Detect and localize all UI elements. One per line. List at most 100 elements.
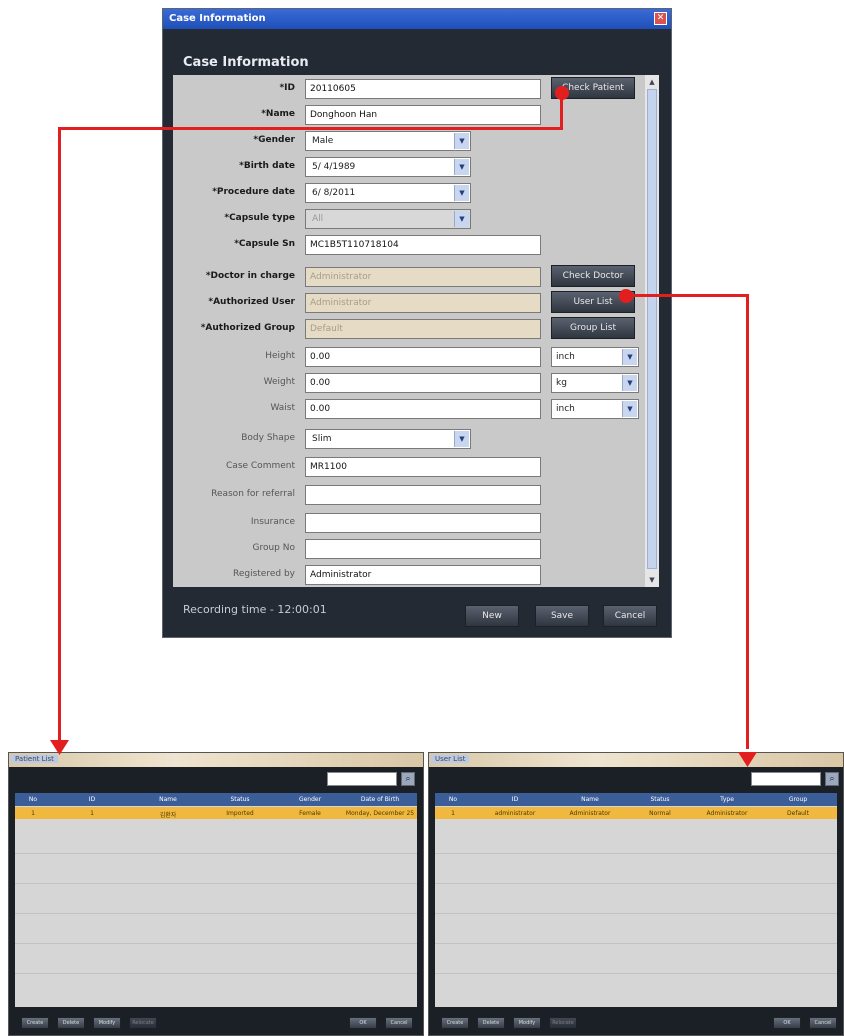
titlebar: Patient List — [9, 753, 423, 767]
row-weight: Weight 0.00 kg ▼ — [173, 371, 645, 395]
chevron-down-icon[interactable]: ▼ — [454, 159, 469, 175]
ok-button[interactable]: OK — [349, 1017, 377, 1029]
row-waist: Waist 0.00 inch ▼ — [173, 397, 645, 421]
cancel-button[interactable]: Cancel — [385, 1017, 413, 1029]
form-scrollbar[interactable]: ▲ ▼ — [645, 75, 659, 587]
group-no-field[interactable] — [305, 539, 541, 559]
row-body-shape: Body Shape Slim ▼ — [173, 427, 645, 451]
procedure-date-label: *Procedure date — [212, 187, 295, 197]
row-divider — [15, 853, 417, 854]
column-header[interactable]: ID — [490, 796, 540, 803]
row-doctor: *Doctor in charge Administrator Check Do… — [173, 265, 645, 289]
body-shape-select[interactable]: Slim ▼ — [305, 429, 471, 449]
patient-grid: No ID Name Status Gender Date of Birth 1… — [15, 793, 417, 1007]
window-title: Patient List — [11, 755, 58, 763]
create-button[interactable]: Create — [441, 1017, 469, 1029]
scroll-down-icon[interactable]: ▼ — [647, 575, 657, 585]
window-title: Case Information — [169, 13, 266, 24]
case-information-dialog: Case Information ✕ Case Information *ID … — [162, 8, 672, 638]
procedure-date-value: 6/ 8/2011 — [312, 188, 356, 198]
search-input[interactable] — [751, 772, 821, 786]
waist-field[interactable]: 0.00 — [305, 399, 541, 419]
row-divider — [435, 853, 837, 854]
name-field[interactable]: Donghoon Han — [305, 105, 541, 125]
column-header[interactable]: Date of Birth — [345, 796, 415, 803]
scroll-thumb[interactable] — [647, 89, 657, 569]
birth-date-picker[interactable]: 5/ 4/1989 ▼ — [305, 157, 471, 177]
chevron-down-icon[interactable]: ▼ — [622, 349, 637, 365]
waist-unit-select[interactable]: inch ▼ — [551, 399, 639, 419]
row-divider — [15, 973, 417, 974]
modify-button[interactable]: Modify — [93, 1017, 121, 1029]
body-shape-label: Body Shape — [241, 433, 295, 443]
column-header[interactable]: Gender — [285, 796, 335, 803]
weight-field[interactable]: 0.00 — [305, 373, 541, 393]
case-comment-field[interactable]: MR1100 — [305, 457, 541, 477]
column-header[interactable]: ID — [77, 796, 107, 803]
grid-header: No ID Name Status Gender Date of Birth — [15, 793, 417, 806]
row-group-no: Group No — [173, 537, 645, 561]
gender-label: *Gender — [253, 135, 295, 145]
delete-button[interactable]: Delete — [477, 1017, 505, 1029]
waist-unit-value: inch — [556, 404, 575, 414]
group-list-button[interactable]: Group List — [551, 317, 635, 339]
table-row[interactable]: 1 1 김환자 Imported Female Monday, December… — [15, 807, 417, 819]
column-header[interactable]: Name — [143, 796, 193, 803]
capsule-type-value: All — [312, 214, 324, 224]
search-input[interactable] — [327, 772, 397, 786]
capsule-sn-label: *Capsule Sn — [234, 239, 295, 249]
row-authorized-user: *Authorized User Administrator User List — [173, 291, 645, 315]
row-name: *Name Donghoon Han — [173, 103, 645, 127]
cancel-button[interactable]: Cancel — [809, 1017, 837, 1029]
save-button[interactable]: Save — [535, 605, 589, 627]
authorized-group-field: Default — [305, 319, 541, 339]
create-button[interactable]: Create — [21, 1017, 49, 1029]
column-header[interactable]: No — [23, 796, 43, 803]
cell: 김환자 — [159, 812, 177, 819]
chevron-down-icon[interactable]: ▼ — [454, 133, 469, 149]
annotation-line — [560, 92, 563, 130]
chevron-down-icon[interactable]: ▼ — [454, 185, 469, 201]
scroll-up-icon[interactable]: ▲ — [647, 77, 657, 87]
column-header[interactable]: Group — [773, 796, 823, 803]
column-header[interactable]: Status — [215, 796, 265, 803]
registered-by-field[interactable]: Administrator — [305, 565, 541, 585]
weight-unit-select[interactable]: kg ▼ — [551, 373, 639, 393]
modify-button[interactable]: Modify — [513, 1017, 541, 1029]
annotation-line — [626, 294, 749, 297]
close-icon[interactable]: ✕ — [654, 12, 667, 25]
column-header[interactable]: Type — [697, 796, 757, 803]
id-label: *ID — [279, 83, 295, 93]
row-id: *ID 20110605 Check Patient — [173, 77, 645, 101]
birth-date-value: 5/ 4/1989 — [312, 162, 356, 172]
chevron-down-icon[interactable]: ▼ — [622, 401, 637, 417]
height-unit-select[interactable]: inch ▼ — [551, 347, 639, 367]
doctor-label: *Doctor in charge — [205, 271, 295, 281]
height-field[interactable]: 0.00 — [305, 347, 541, 367]
chevron-down-icon[interactable]: ▼ — [454, 431, 469, 447]
column-header[interactable]: No — [443, 796, 463, 803]
search-icon[interactable]: ⌕ — [825, 772, 839, 786]
cancel-button[interactable]: Cancel — [603, 605, 657, 627]
new-button[interactable]: New — [465, 605, 519, 627]
cell: Female — [299, 810, 321, 817]
user-list-window: User List ⌕ No ID Name Status Type Group… — [428, 752, 844, 1036]
row-birth-date: *Birth date 5/ 4/1989 ▼ — [173, 155, 645, 179]
chevron-down-icon[interactable]: ▼ — [622, 375, 637, 391]
column-header[interactable]: Status — [635, 796, 685, 803]
delete-button[interactable]: Delete — [57, 1017, 85, 1029]
insurance-field[interactable] — [305, 513, 541, 533]
group-no-label: Group No — [252, 543, 296, 553]
procedure-date-picker[interactable]: 6/ 8/2011 ▼ — [305, 183, 471, 203]
table-row[interactable]: 1 administrator Administrator Normal Adm… — [435, 807, 837, 819]
cell: Normal — [649, 810, 671, 817]
search-icon[interactable]: ⌕ — [401, 772, 415, 786]
capsule-sn-field[interactable]: MC1B5T110718104 — [305, 235, 541, 255]
reason-referral-field[interactable] — [305, 485, 541, 505]
check-doctor-button[interactable]: Check Doctor — [551, 265, 635, 287]
ok-button[interactable]: OK — [773, 1017, 801, 1029]
titlebar: Case Information ✕ — [163, 9, 671, 29]
gender-select[interactable]: Male ▼ — [305, 131, 471, 151]
column-header[interactable]: Name — [560, 796, 620, 803]
id-field[interactable]: 20110605 — [305, 79, 541, 99]
